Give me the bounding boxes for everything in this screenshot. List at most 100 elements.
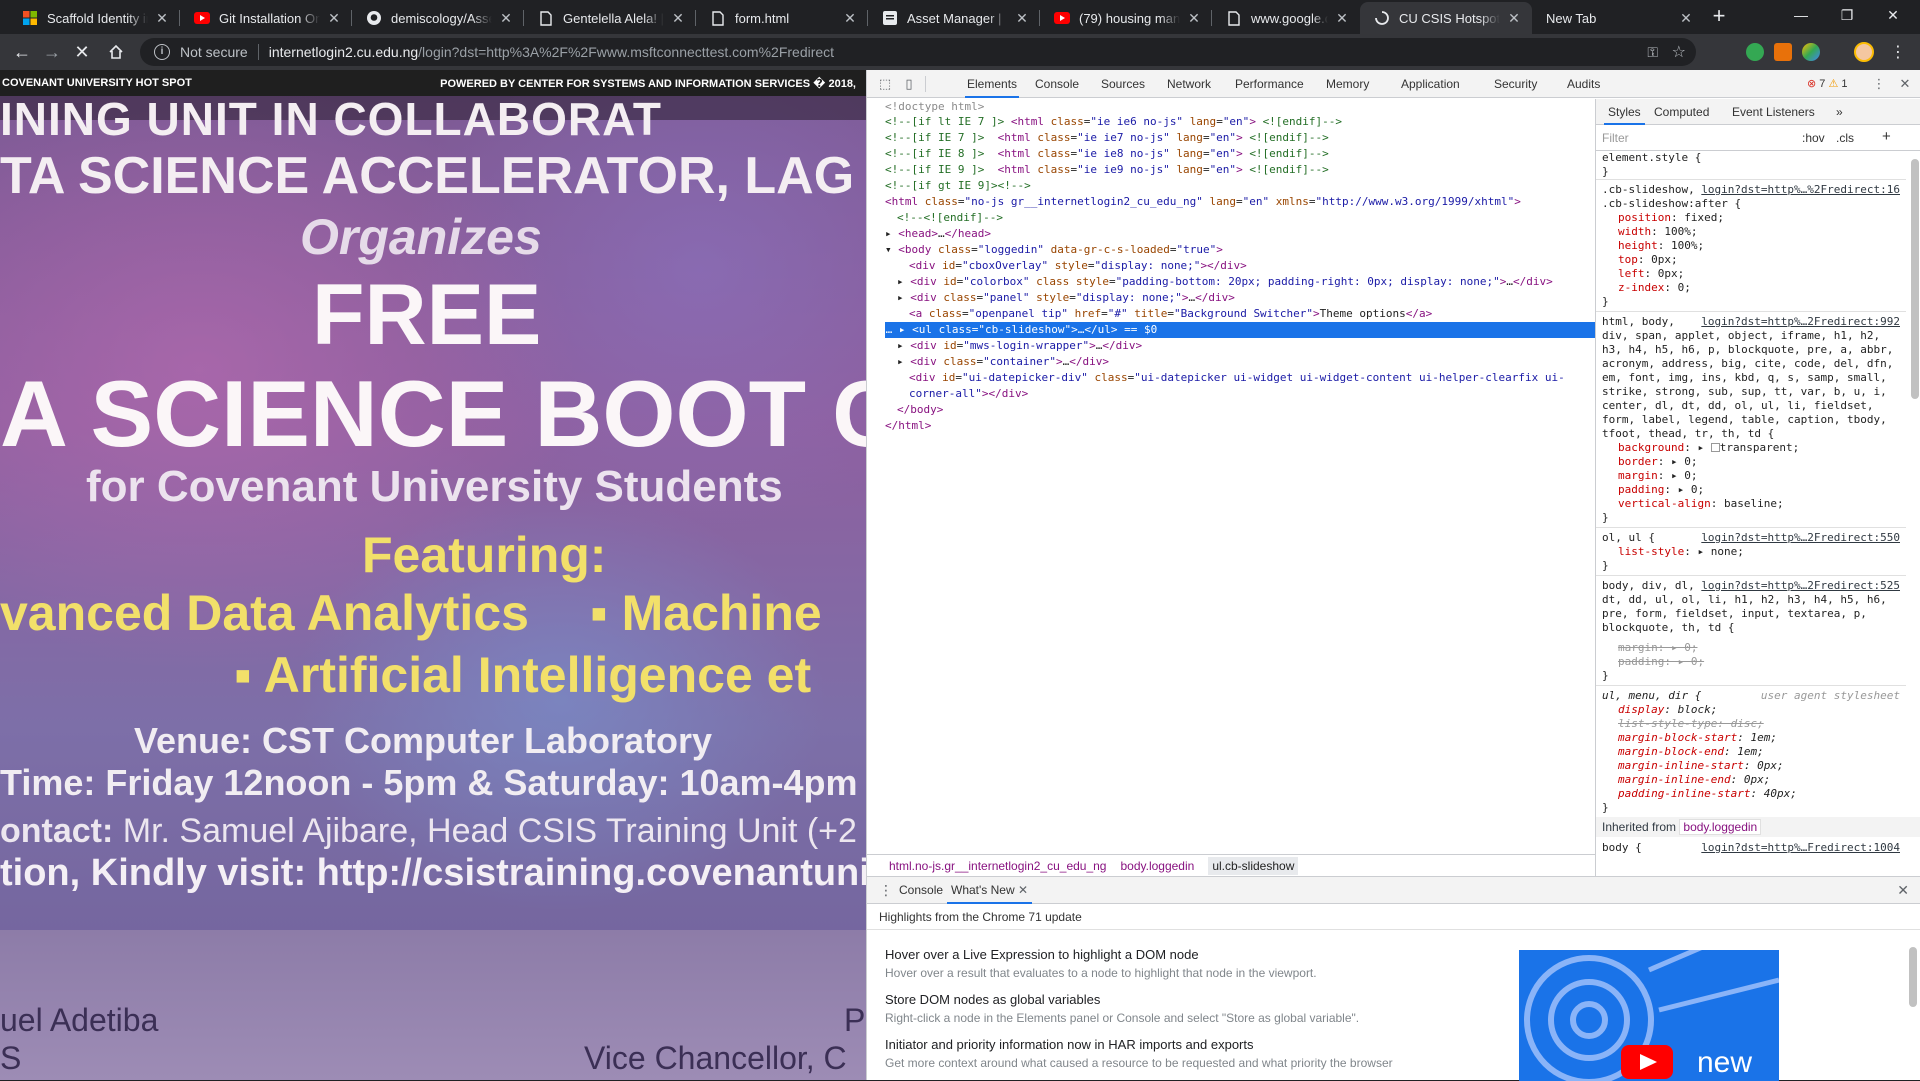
rule-property[interactable]: background: ▸ transparent; <box>1618 441 1920 455</box>
close-tab-icon[interactable]: ✕ <box>498 10 514 26</box>
home-icon[interactable] <box>104 40 128 64</box>
close-tab-icon[interactable]: ✕ <box>326 10 342 26</box>
whats-new-item-title[interactable]: Store DOM nodes as global variables <box>885 992 1100 1007</box>
color-swatch-icon[interactable] <box>1710 443 1720 452</box>
tab-application[interactable]: Application <box>1401 70 1460 98</box>
drawer-tab-console[interactable]: Console <box>899 883 943 897</box>
tab-new-tab[interactable]: New Tab ✕ <box>1532 2 1704 34</box>
tab-git-installation[interactable]: Git Installation On Windows ✕ <box>180 2 352 34</box>
rule-selector[interactable]: div, span, applet, object, iframe, h1, h… <box>1602 329 1904 343</box>
rule-selector[interactable]: strike, strong, sub, sup, tt, var, b, u,… <box>1602 385 1904 399</box>
close-tab-icon[interactable]: ✕ <box>842 10 858 26</box>
dom-line[interactable]: ▾ <body class="loggedin" data-gr-c-s-loa… <box>885 242 1595 258</box>
breadcrumb-body[interactable]: body.loggedin <box>1120 859 1194 873</box>
dom-line[interactable]: <!--[if IE 9 ]> <html class="ie ie9 no-j… <box>885 162 1595 178</box>
tab-cu-csis-hotspot[interactable]: CU CSIS Hotspot Sign In ✕ <box>1360 2 1532 34</box>
close-tab-icon[interactable]: ✕ <box>1334 10 1350 26</box>
rule-property[interactable]: margin-block-start: 1em; <box>1618 731 1920 745</box>
rule-property[interactable]: list-style-type: disc; <box>1618 717 1920 731</box>
dom-line[interactable]: corner-all"></div> <box>885 386 1595 402</box>
tab-event-listeners[interactable]: Event Listeners <box>1732 99 1815 125</box>
drawer-tab-whats-new[interactable]: What's New ✕ <box>947 877 1033 904</box>
whats-new-video-thumbnail[interactable]: new <box>1519 950 1779 1081</box>
dom-line[interactable]: ▸ <div id="mws-login-wrapper">…</div> <box>885 338 1595 354</box>
extension-orange-icon[interactable] <box>1774 43 1792 61</box>
rule-selector[interactable]: blockquote, th, td { <box>1602 621 1904 635</box>
hov-toggle[interactable]: :hov <box>1802 131 1825 145</box>
dom-line[interactable]: <!--[if lt IE 7 ]> <html class="ie ie6 n… <box>885 114 1595 130</box>
tab-network[interactable]: Network <box>1167 70 1211 98</box>
rule-property[interactable]: padding: ▸ 0; <box>1618 483 1920 497</box>
drawer-menu-icon[interactable]: ⋮ <box>879 882 893 899</box>
rule-selector[interactable]: .cb-slideshow, login?dst=http%…%2Fredirec… <box>1602 183 1904 197</box>
issues-counter[interactable]: ⊗ 7 ⚠ 1 <box>1807 77 1848 90</box>
back-icon[interactable]: ← <box>10 40 34 64</box>
dom-line[interactable]: ▸ <div class="container">…</div> <box>885 354 1595 370</box>
device-toolbar-icon[interactable]: ▯ <box>901 76 917 92</box>
close-drawer-icon[interactable]: ✕ <box>1897 882 1909 899</box>
dom-line[interactable]: <html class="no-js gr__internetlogin2_cu… <box>885 194 1595 210</box>
dom-line-selected[interactable]: … ▸ <ul class="cb-slideshow">…</ul> == $… <box>885 322 1595 338</box>
extension-green-icon[interactable] <box>1746 43 1764 61</box>
rule-property[interactable]: top: 0px; <box>1618 253 1920 267</box>
close-tab-icon[interactable]: ✕ <box>154 10 170 26</box>
dom-line[interactable]: </html> <box>885 418 1595 434</box>
close-tab-icon[interactable]: ✕ <box>1014 10 1030 26</box>
new-tab-button[interactable]: + <box>1707 5 1731 29</box>
rule-selector[interactable]: center, dl, dt, dd, ol, ul, li, fieldset… <box>1602 399 1904 413</box>
whats-new-item-title[interactable]: Hover over a Live Expression to highligh… <box>885 947 1199 962</box>
rule-property[interactable]: list-style: ▸ none; <box>1618 545 1920 559</box>
rule-property[interactable]: border: ▸ 0; <box>1618 455 1920 469</box>
close-window-button[interactable]: ✕ <box>1870 0 1916 30</box>
tab-gentelella[interactable]: Gentelella Alela! | ✕ <box>524 2 696 34</box>
dom-line[interactable]: <!--[if IE 7 ]> <html class="ie ie7 no-j… <box>885 130 1595 146</box>
dom-line[interactable]: <!doctype html> <box>885 99 1595 115</box>
rule-selector[interactable]: acronym, address, big, cite, code, del, … <box>1602 357 1904 371</box>
rule-selector[interactable]: body, div, dl, login?dst=http%…2Fredirect… <box>1602 579 1904 593</box>
close-tab-icon[interactable]: ✕ <box>1506 10 1522 26</box>
dom-line[interactable]: <!--[if gt IE 9]><!--> <box>885 178 1595 194</box>
rule-selector[interactable]: html, body, login?dst=http%…2Fredirect:99… <box>1602 315 1904 329</box>
rule-property[interactable]: vertical-align: baseline; <box>1618 497 1920 511</box>
rule-property[interactable]: position: fixed; <box>1618 211 1920 225</box>
rule-selector[interactable]: pre, form, fieldset, input, textarea, p, <box>1602 607 1904 621</box>
rule-property[interactable]: z-index: 0; <box>1618 281 1920 295</box>
cls-toggle[interactable]: .cls <box>1836 131 1854 145</box>
whats-new-item-title[interactable]: Initiator and priority information now i… <box>885 1037 1254 1052</box>
rule-selector[interactable]: tfoot, thead, tr, th, td { <box>1602 427 1904 441</box>
rule-property[interactable]: padding-inline-start: 40px; <box>1618 787 1920 801</box>
rule-selector[interactable]: form, label, legend, table, caption, tbo… <box>1602 413 1904 427</box>
rule-property[interactable]: padding: ▸ 0; <box>1618 655 1920 669</box>
rule-property[interactable]: margin-inline-start: 0px; <box>1618 759 1920 773</box>
inspect-element-icon[interactable]: ⬚ <box>877 76 893 92</box>
breadcrumb-ul[interactable]: ul.cb-slideshow <box>1208 856 1299 875</box>
tab-styles[interactable]: Styles <box>1604 99 1645 125</box>
dom-line[interactable]: ▸ <div class="panel" style="display: non… <box>885 290 1595 306</box>
dom-line[interactable]: ▸ <head>…</head> <box>885 226 1595 242</box>
rule-property[interactable]: left: 0px; <box>1618 267 1920 281</box>
bookmark-star-icon[interactable]: ☆ <box>1672 42 1686 62</box>
rule-property[interactable]: margin: ▸ 0; <box>1618 641 1920 655</box>
rule-property[interactable]: margin-block-end: 1em; <box>1618 745 1920 759</box>
close-tab-icon[interactable]: ✕ <box>1018 883 1028 897</box>
tab-scaffold-identity[interactable]: Scaffold Identity in ASP.NET ✕ <box>8 2 180 34</box>
tab-housing-management[interactable]: (79) housing management ✕ <box>1040 2 1212 34</box>
rule-selector[interactable]: ol, ul {login?dst=http%…2Fredirect:550 <box>1602 531 1904 545</box>
tab-google[interactable]: www.google.com ✕ <box>1212 2 1360 34</box>
new-style-rule-icon[interactable]: + <box>1882 128 1891 145</box>
rule-selector[interactable]: ul, menu, dir {user agent stylesheet <box>1602 689 1904 703</box>
dom-line[interactable]: <!--<![endif]--> <box>885 210 1595 226</box>
stop-icon[interactable]: ✕ <box>70 40 94 64</box>
dom-line[interactable]: ▸ <div id="colorbox" class style="paddin… <box>885 274 1595 290</box>
rule-property[interactable]: margin: ▸ 0; <box>1618 469 1920 483</box>
tab-form-html[interactable]: form.html ✕ <box>696 2 868 34</box>
close-tab-icon[interactable]: ✕ <box>670 10 686 26</box>
rule-element-style[interactable]: element.style { <box>1602 151 1904 165</box>
tab-memory[interactable]: Memory <box>1326 70 1369 98</box>
breadcrumb-html[interactable]: html.no-js.gr__internetlogin2_cu_edu_ng <box>889 859 1106 873</box>
inherited-element[interactable]: body.loggedin <box>1679 819 1762 835</box>
rule-selector[interactable]: .cb-slideshow:after { <box>1602 197 1904 211</box>
dom-line[interactable]: <!--[if IE 8 ]> <html class="ie ie8 no-j… <box>885 146 1595 162</box>
close-tab-icon[interactable]: ✕ <box>1678 10 1694 26</box>
tab-demiscology[interactable]: demiscology/AssetManager ✕ <box>352 2 524 34</box>
